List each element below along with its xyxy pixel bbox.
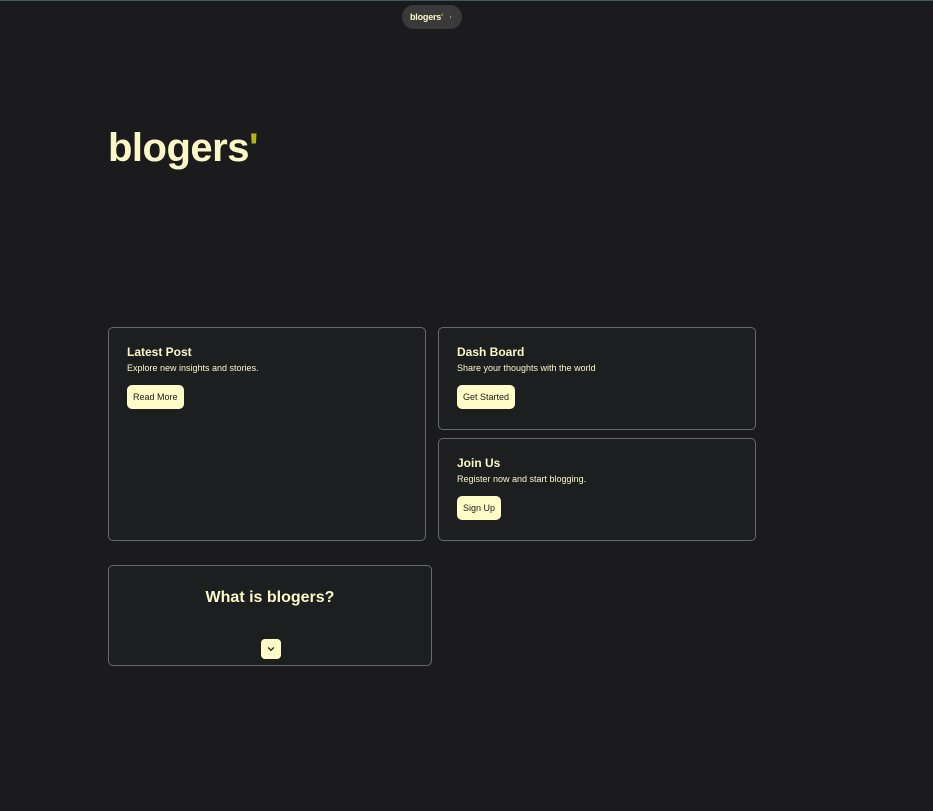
hero-title-mark: ' xyxy=(248,126,259,170)
sign-up-button[interactable]: Sign Up xyxy=(457,496,502,520)
expand-button[interactable] xyxy=(261,639,281,659)
brand-pill-label: blogers' xyxy=(410,12,444,22)
card-title: Join Us xyxy=(457,456,501,470)
what-is-title: What is blogers? xyxy=(205,589,335,606)
brand-pill[interactable]: blogers' xyxy=(402,5,462,29)
card-title: Latest Post xyxy=(127,345,192,359)
card-description: Register now and start blogging. xyxy=(457,474,587,484)
hero-title: blogers' xyxy=(108,126,259,170)
card-description: Explore new insights and stories. xyxy=(127,363,259,373)
dashboard-card: Dash Board Share your thoughts with the … xyxy=(438,327,756,430)
chevron-right-icon xyxy=(449,15,452,19)
chevron-down-icon xyxy=(267,647,275,651)
get-started-button[interactable]: Get Started xyxy=(457,385,516,409)
card-title: Dash Board xyxy=(457,345,525,359)
what-is-blogers-card: What is blogers? xyxy=(108,565,432,666)
card-description: Share your thoughts with the world xyxy=(457,363,596,373)
join-us-card: Join Us Register now and start blogging.… xyxy=(438,438,756,541)
read-more-button[interactable]: Read More xyxy=(127,385,184,409)
latest-post-card: Latest Post Explore new insights and sto… xyxy=(108,327,426,541)
